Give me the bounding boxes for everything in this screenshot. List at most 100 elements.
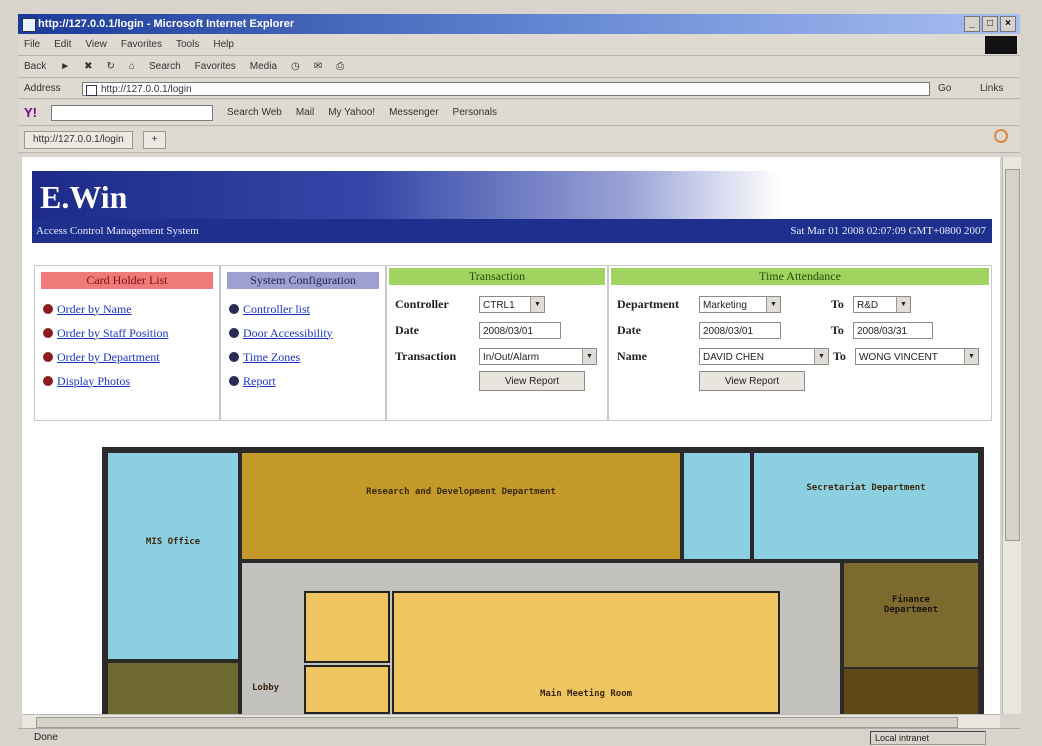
yahoo-mail-button[interactable]: Mail (296, 107, 314, 118)
system-config-link-timezones[interactable]: Time Zones (221, 345, 385, 369)
vertical-scroll-thumb[interactable] (1005, 169, 1020, 541)
room-mis[interactable]: MIS Office (108, 453, 238, 659)
menu-view[interactable]: View (85, 39, 107, 50)
transaction-date-input[interactable]: 2008/03/01 (479, 321, 561, 339)
ie-icon (22, 18, 36, 32)
favorites-button[interactable]: Favorites (195, 61, 236, 72)
name-to-label: To (833, 348, 846, 363)
room-secretariat-label: Secretariat Department (806, 483, 926, 493)
menu-file[interactable]: File (24, 39, 40, 50)
standard-toolbar: Back ► ✖ ↻ ⌂ Search Favorites Media ◷ ✉ … (18, 56, 1020, 78)
name-to-select[interactable]: WONG VINCENT (855, 347, 979, 365)
room-lobby[interactable]: Lobby Main Meeting Room (242, 563, 840, 714)
horizontal-scroll-thumb[interactable] (36, 717, 958, 728)
yahoo-personals-button[interactable]: Personals (453, 107, 497, 118)
forward-arrow-icon[interactable]: ► (60, 61, 70, 72)
menu-bar: File Edit View Favorites Tools Help (18, 34, 1020, 56)
room-finance[interactable]: Finance Department (844, 563, 978, 667)
search-button[interactable]: Search (149, 61, 181, 72)
stop-icon[interactable]: ✖ (84, 61, 92, 72)
bullet-icon (229, 328, 239, 338)
tab-current[interactable]: http://127.0.0.1/login (24, 130, 133, 149)
display-photos-link[interactable]: Display Photos (57, 374, 130, 389)
address-bar: Address http://127.0.0.1/login Go Links (18, 79, 1020, 99)
horizontal-scrollbar[interactable] (22, 714, 1000, 729)
order-by-name-link[interactable]: Order by Name (57, 302, 132, 317)
yahoo-search-web-button[interactable]: Search Web (227, 107, 282, 118)
mail-icon[interactable]: ✉ (314, 61, 322, 72)
links-button[interactable]: Links (980, 83, 1003, 94)
room-meeting[interactable]: Main Meeting Room (392, 591, 780, 714)
page-viewport: E.Win Access Control Management System S… (22, 157, 1000, 714)
attendance-date-from-input[interactable]: 2008/03/01 (699, 321, 781, 339)
room-mis-label: MIS Office (145, 537, 201, 547)
home-icon[interactable]: ⌂ (129, 61, 135, 72)
system-config-link-door[interactable]: Door Accessibility (221, 321, 385, 345)
controller-list-link[interactable]: Controller list (243, 302, 310, 317)
print-icon[interactable]: ⎙ (336, 61, 344, 72)
transaction-type-select[interactable]: In/Out/Alarm (479, 347, 597, 365)
menu-edit[interactable]: Edit (54, 39, 71, 50)
name-from-select[interactable]: DAVID CHEN (699, 347, 829, 365)
yahoo-messenger-button[interactable]: Messenger (389, 107, 438, 118)
department-from-select[interactable]: Marketing (699, 295, 781, 313)
menu-tools[interactable]: Tools (176, 39, 199, 50)
attendance-date-to-input[interactable]: 2008/03/31 (853, 321, 933, 339)
controller-select[interactable]: CTRL1 (479, 295, 545, 313)
attendance-date-to-label: To (831, 322, 844, 337)
menu-help[interactable]: Help (213, 39, 234, 50)
room-meeting-label: Main Meeting Room (539, 689, 633, 699)
vertical-scrollbar[interactable] (1002, 157, 1021, 714)
system-config-link-controller[interactable]: Controller list (221, 297, 385, 321)
order-by-department-link[interactable]: Order by Department (57, 350, 160, 365)
controller-label: Controller (395, 296, 449, 311)
room-rnd[interactable]: Research and Development Department (242, 453, 680, 559)
system-config-link-report[interactable]: Report (221, 369, 385, 393)
order-by-position-link[interactable]: Order by Staff Position (57, 326, 168, 341)
history-icon[interactable]: ◷ (291, 61, 300, 72)
system-config-panel: System Configuration Controller list Doo… (220, 265, 386, 421)
attendance-view-report-button[interactable]: View Report (699, 371, 805, 391)
room-small-office (304, 591, 390, 663)
controller-row: Controller CTRL1 (387, 291, 607, 317)
room-small-office-2 (304, 665, 390, 714)
close-button[interactable]: × (1000, 16, 1016, 32)
yahoo-toolbar: Y! Search Web Mail My Yahoo! Messenger P… (18, 100, 1020, 126)
card-holder-link-photos[interactable]: Display Photos (35, 369, 219, 393)
address-label: Address (24, 83, 61, 94)
card-holder-link-position[interactable]: Order by Staff Position (35, 321, 219, 345)
yahoo-search-input[interactable] (51, 104, 213, 121)
bullet-icon (43, 304, 53, 314)
transaction-view-report-button[interactable]: View Report (479, 371, 585, 391)
attendance-date-label: Date (617, 322, 641, 337)
menu-favorites[interactable]: Favorites (121, 39, 162, 50)
address-input[interactable]: http://127.0.0.1/login (82, 82, 930, 96)
yahoo-my-yahoo-button[interactable]: My Yahoo! (328, 107, 375, 118)
add-tab-button[interactable]: + (142, 130, 167, 149)
app-banner: E.Win (32, 171, 992, 219)
transaction-type-row: Transaction In/Out/Alarm (387, 343, 607, 369)
status-bar: Done Local intranet (18, 728, 1020, 745)
media-button[interactable]: Media (250, 61, 277, 72)
minimize-button[interactable]: _ (964, 16, 980, 32)
door-accessibility-link[interactable]: Door Accessibility (243, 326, 333, 341)
app-subtitle: Access Control Management System (36, 225, 199, 237)
room-secretariat[interactable]: Secretariat Department (754, 453, 978, 559)
bullet-icon (43, 376, 53, 386)
system-config-title: System Configuration (227, 272, 379, 289)
go-button[interactable]: Go (938, 83, 951, 94)
transaction-title: Transaction (389, 268, 605, 285)
department-to-label: To (831, 296, 844, 311)
card-holder-panel: Card Holder List Order by Name Order by … (34, 265, 220, 421)
report-link[interactable]: Report (243, 374, 276, 389)
card-holder-link-department[interactable]: Order by Department (35, 345, 219, 369)
back-button[interactable]: Back (24, 61, 46, 72)
refresh-icon[interactable]: ↻ (107, 61, 115, 72)
department-label: Department (617, 296, 679, 311)
window-title: http://127.0.0.1/login - Microsoft Inter… (38, 18, 295, 30)
department-to-select[interactable]: R&D (853, 295, 911, 313)
close-tab-icon[interactable] (994, 129, 1008, 143)
card-holder-link-name[interactable]: Order by Name (35, 297, 219, 321)
time-zones-link[interactable]: Time Zones (243, 350, 300, 365)
maximize-button[interactable]: □ (982, 16, 998, 32)
